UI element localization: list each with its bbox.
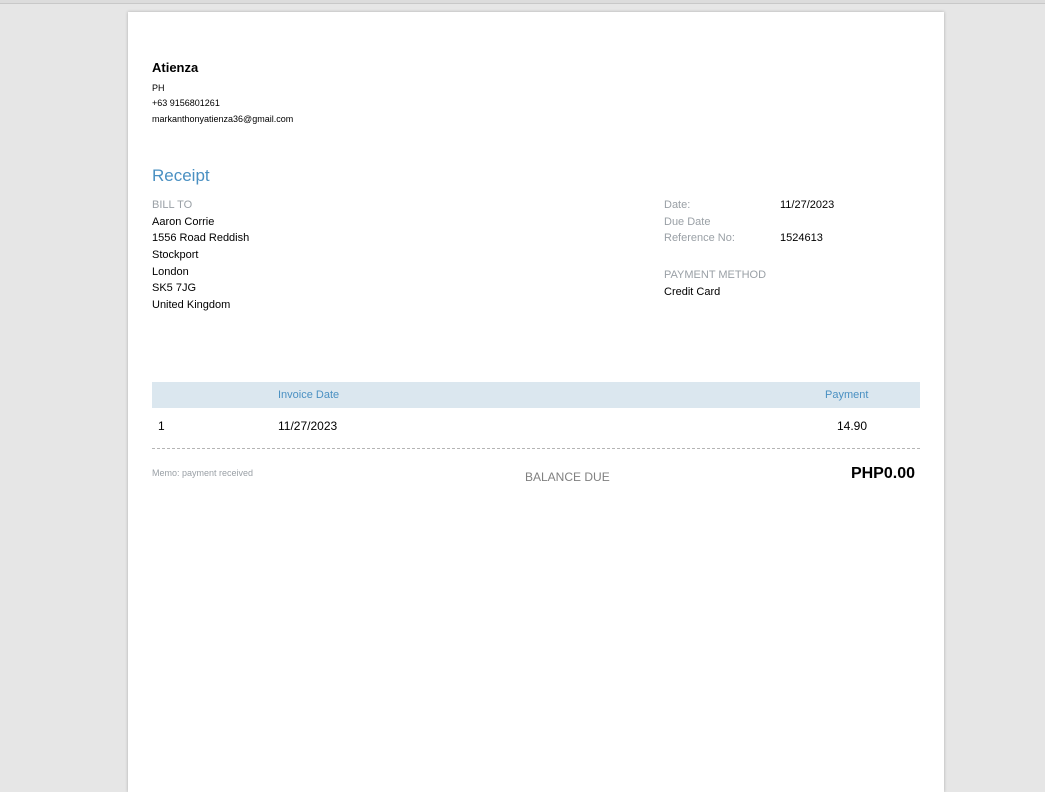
bill-to-city: Stockport — [152, 249, 199, 261]
company-country: PH — [152, 83, 165, 93]
document-title: Receipt — [152, 166, 210, 185]
payment-method-value: Credit Card — [664, 286, 721, 298]
row-invoice-date: 11/27/2023 — [278, 419, 338, 433]
receipt-page: Atienza PH +63 9156801261 markanthonyati… — [128, 12, 944, 792]
viewer-top-border — [0, 0, 1045, 4]
bill-to-country: United Kingdom — [152, 299, 231, 311]
table-divider — [152, 448, 920, 449]
payment-method-label: PAYMENT METHOD — [664, 269, 767, 281]
balance-due-value: PHP0.00 — [850, 465, 915, 482]
company-phone: +63 9156801261 — [152, 98, 220, 108]
row-number: 1 — [158, 419, 165, 433]
due-date-label: Due Date — [664, 216, 711, 228]
bill-to-street: 1556 Road Reddish — [152, 232, 250, 244]
date-value: 11/27/2023 — [780, 199, 835, 211]
company-email: markanthonyatienza36@gmail.com — [152, 114, 294, 124]
company-name: Atienza — [152, 60, 199, 75]
bill-to-postcode: SK5 7JG — [152, 282, 197, 294]
table-header: Invoice Date Payment — [152, 382, 920, 408]
reference-value: 1524613 — [780, 232, 823, 244]
column-header-payment: Payment — [825, 389, 869, 401]
column-header-invoice-date: Invoice Date — [278, 389, 340, 401]
memo-text: Memo: payment received — [152, 468, 254, 478]
bill-to-label: BILL TO — [152, 199, 193, 211]
bill-to-region: London — [152, 266, 189, 278]
bill-to-name: Aaron Corrie — [152, 216, 215, 228]
reference-label: Reference No: — [664, 232, 735, 244]
date-label: Date: — [664, 199, 691, 211]
balance-due-label: BALANCE DUE — [525, 470, 610, 484]
row-payment: 14.90 — [837, 419, 868, 433]
